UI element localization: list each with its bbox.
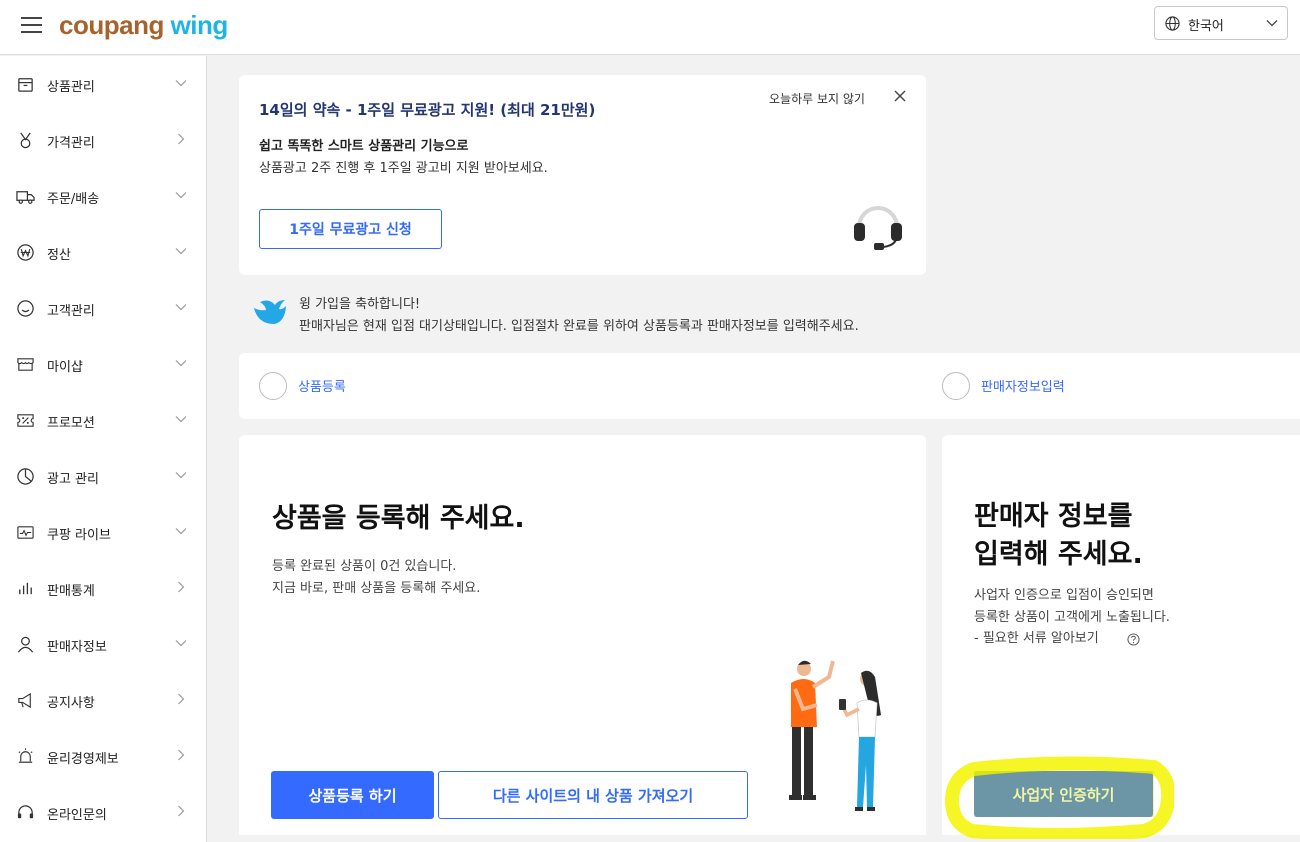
sidebar-item-product-management[interactable]: 상품관리 (0, 56, 206, 112)
language-select[interactable]: 한국어 (1154, 6, 1288, 40)
business-verification-button[interactable]: 사업자 인증하기 (974, 771, 1153, 817)
sidebar-item-label: 주문/배송 (47, 192, 100, 207)
welcome-message: 윙 가입을 축하합니다! (299, 297, 421, 312)
sidebar-item-label: 온라인문의 (47, 808, 107, 823)
box-icon (18, 78, 33, 92)
medal-icon (20, 132, 31, 149)
step-status-circle (942, 372, 970, 400)
sidebar-item-orders-shipping[interactable]: 주문/배송 (0, 168, 206, 224)
chevron-right-icon (178, 805, 185, 817)
sidebar-item-label: 판매자정보 (47, 640, 107, 655)
product-card-title: 상품을 등록해 주세요. (272, 503, 525, 534)
sidebar-item-ethics-report[interactable]: 윤리경영제보 (0, 728, 206, 784)
banner-subtitle: 쉽고 똑똑한 스마트 상품관리 기능으로 (259, 139, 469, 154)
sidebar-item-label: 광고 관리 (47, 472, 99, 487)
pending-status-message: 판매자님은 현재 입점 대기상태입니다. 입점절차 완료를 위하여 상품등록과 … (299, 319, 859, 334)
sidebar-item-label: 정산 (47, 248, 71, 263)
sidebar-item-label: 윤리경영제보 (47, 752, 119, 767)
headset-illustration-icon (854, 206, 902, 250)
sidebar-item-my-shop[interactable]: 마이샵 (0, 336, 206, 392)
import-products-button[interactable]: 다른 사이트의 내 상품 가져오기 (438, 771, 748, 819)
dismiss-today-link[interactable]: 오늘하루 보지 않기 (769, 90, 865, 107)
sidebar-item-label: 프로모션 (47, 416, 95, 431)
step-status-circle (259, 372, 287, 400)
menu-icon[interactable] (21, 17, 42, 33)
storefront-icon (17, 358, 34, 371)
product-cta-text: 지금 바로, 판매 상품을 등록해 주세요. (272, 581, 481, 596)
megaphone-icon (18, 692, 31, 709)
chevron-down-icon (175, 360, 187, 367)
free-ad-apply-button[interactable]: 1주일 무료광고 신청 (259, 209, 442, 249)
pie-chart-icon (17, 468, 34, 485)
sidebar-item-seller-info[interactable]: 판매자정보 (0, 616, 206, 672)
won-coin-icon (17, 244, 34, 261)
onboarding-steps: 상품등록 판매자정보입력 (239, 353, 1300, 419)
sidebar-item-label: 판매통계 (47, 584, 95, 599)
help-icon[interactable] (1127, 633, 1140, 646)
seller-card-title-line2: 입력해 주세요. (974, 539, 1143, 570)
seller-desc-line2: 등록한 상품이 고객에게 노출됩니다. (974, 610, 1170, 625)
siren-icon (18, 748, 33, 763)
sidebar-item-label: 쿠팡 라이브 (47, 528, 111, 543)
sidebar-item-sales-stats[interactable]: 판매통계 (0, 560, 206, 616)
chevron-down-icon (175, 192, 187, 199)
step-label: 상품등록 (298, 380, 346, 395)
promo-banner: 14일의 약속 - 1주일 무료광고 지원! (최대 21만원) 오늘하루 보지… (239, 75, 926, 275)
sidebar-item-notices[interactable]: 공지사항 (0, 672, 206, 728)
banner-description: 상품광고 2주 진행 후 1주일 광고비 지원 받아보세요. (259, 161, 548, 176)
bar-chart-icon (19, 582, 32, 595)
logo-wing-text: wing (170, 10, 229, 40)
smile-icon (17, 300, 34, 317)
people-illustration-icon (789, 660, 881, 811)
coupon-icon (17, 414, 34, 427)
close-icon[interactable] (893, 89, 907, 103)
bird-mascot-icon (254, 300, 286, 324)
language-label: 한국어 (1188, 19, 1224, 34)
sidebar-item-label: 상품관리 (47, 80, 95, 95)
chevron-right-icon (178, 581, 185, 593)
chevron-right-icon (178, 693, 185, 705)
logo-coupang-text: coupang (59, 10, 164, 40)
top-header: coupang wing 한국어 (0, 0, 1300, 55)
chevron-down-icon (175, 304, 187, 311)
chevron-right-icon (178, 749, 185, 761)
register-product-button[interactable]: 상품등록 하기 (271, 771, 434, 819)
sidebar-item-promotion[interactable]: 프로모션 (0, 392, 206, 448)
chevron-down-icon (1266, 20, 1278, 27)
chevron-down-icon (175, 640, 187, 647)
sidebar-item-settlement[interactable]: 정산 (0, 224, 206, 280)
sidebar-item-label: 공지사항 (47, 696, 95, 711)
sidebar-item-ad-management[interactable]: 광고 관리 (0, 448, 206, 504)
globe-icon (1165, 16, 1180, 31)
sidebar-item-online-inquiry[interactable]: 온라인문의 (0, 784, 206, 840)
chevron-down-icon (175, 416, 187, 423)
product-count-text: 등록 완료된 상품이 0건 있습니다. (272, 559, 457, 574)
user-icon (17, 636, 34, 653)
sidebar-item-label: 고객관리 (47, 304, 95, 319)
chevron-down-icon (175, 248, 187, 255)
sidebar: 상품관리 가격관리 주문/배송 정산 고객관리 마이샵 프로모션 광고 관리 쿠 (0, 56, 207, 842)
sidebar-item-price-management[interactable]: 가격관리 (0, 112, 206, 168)
chevron-down-icon (175, 528, 187, 535)
seller-card-title-line1: 판매자 정보를 (974, 501, 1133, 532)
product-registration-card: 상품을 등록해 주세요. 등록 완료된 상품이 0건 있습니다. 지금 바로, … (239, 435, 926, 835)
truck-icon (16, 191, 35, 204)
seller-desc-line1: 사업자 인증으로 입점이 승인되면 (974, 588, 1154, 603)
sidebar-item-label: 마이샵 (47, 360, 83, 375)
banner-title: 14일의 약속 - 1주일 무료광고 지원! (최대 21만원) (259, 101, 596, 119)
sidebar-item-label: 가격관리 (47, 136, 95, 151)
chevron-right-icon (178, 133, 185, 145)
live-video-icon (17, 526, 34, 539)
sidebar-item-coupang-live[interactable]: 쿠팡 라이브 (0, 504, 206, 560)
sidebar-item-customer-management[interactable]: 고객관리 (0, 280, 206, 336)
step-label: 판매자정보입력 (981, 380, 1065, 395)
coupang-wing-logo[interactable]: coupang wing (59, 10, 228, 41)
chevron-down-icon (175, 80, 187, 87)
required-documents-link[interactable]: - 필요한 서류 알아보기 (974, 627, 1099, 646)
headset-icon (17, 805, 34, 819)
chevron-down-icon (175, 472, 187, 479)
